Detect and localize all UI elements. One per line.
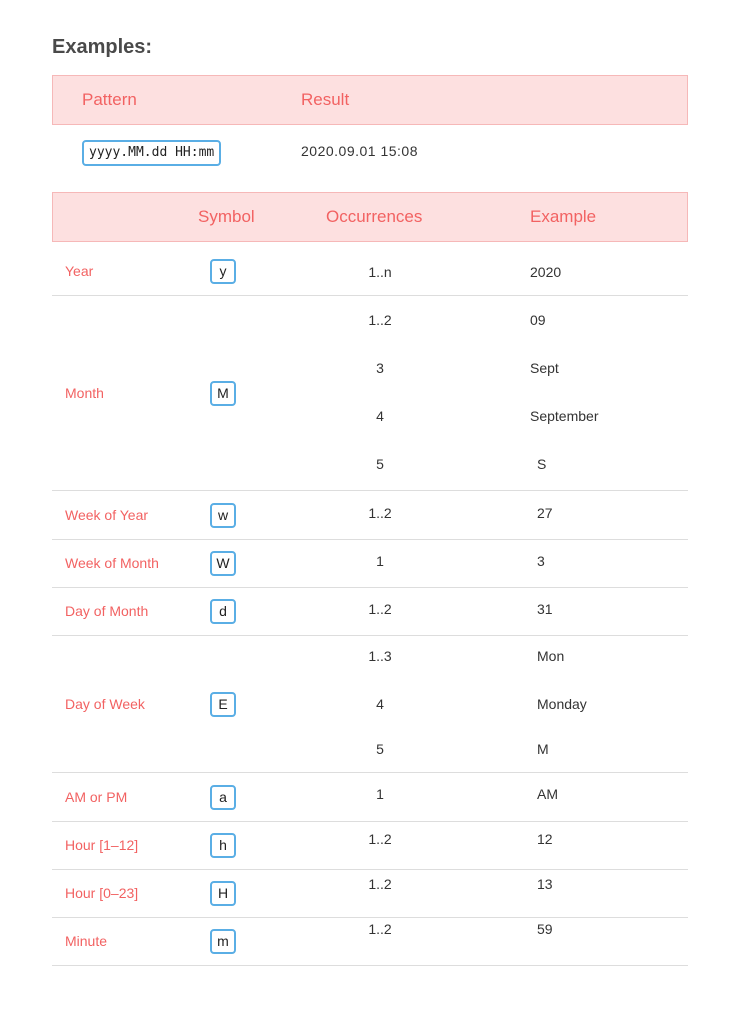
symbols-table-header: Symbol Occurrences Example [52, 192, 688, 242]
table-row: Hour [0–23] H 1..2 13 [52, 870, 688, 918]
symbol-code: E [210, 691, 236, 717]
occurrences-cell: 3 [376, 360, 384, 376]
result-column-header: Result [301, 90, 350, 109]
example-cell: 27 [537, 505, 553, 521]
table-row: Year y 1..n 2020 [52, 248, 688, 296]
example-cell: Sept [530, 360, 559, 376]
example-result-text: 2020.09.01 15:08 [301, 143, 418, 159]
occurrences-cell: 1..2 [368, 505, 392, 521]
table-row: Minute m 1..2 59 [52, 918, 688, 966]
symbol-code: y [210, 259, 236, 284]
pattern-column-header: Pattern [82, 90, 137, 109]
page-heading: Examples: [52, 36, 153, 58]
example-cell: Monday [537, 696, 587, 712]
example-cell: September [530, 408, 599, 424]
example-cell: 59 [537, 921, 553, 937]
example-table-header: Pattern Result [52, 75, 688, 125]
row-label: Day of Month [65, 603, 149, 619]
example-cell: 12 [537, 831, 553, 847]
symbol-code: W [210, 551, 236, 576]
symbol-code: H [210, 881, 236, 906]
occurrences-cell: 1..2 [368, 876, 392, 892]
example-pattern-code: yyyy.MM.dd HH:mm [82, 140, 222, 166]
occurrences-cell: 5 [376, 741, 384, 757]
occurrences-cell: 4 [376, 696, 384, 712]
example-cell: M [537, 741, 549, 757]
row-label: Hour [0–23] [65, 885, 139, 901]
example-cell: S [537, 456, 547, 472]
occurrences-column-header: Occurrences [326, 207, 423, 226]
example-cell: 31 [537, 601, 553, 617]
symbol-code: a [210, 784, 236, 810]
symbol-code: h [210, 833, 236, 858]
occurrences-cell: 1..2 [368, 921, 392, 937]
symbol-column-header: Symbol [198, 207, 255, 226]
example-cell: 2020 [530, 264, 562, 280]
table-row: Hour [1–12] h 1..2 12 [52, 822, 688, 870]
row-label: Week of Year [65, 506, 149, 523]
row-label: Hour [1–12] [65, 837, 139, 853]
example-cell: 3 [537, 553, 545, 569]
example-cell: AM [537, 786, 558, 802]
row-label: Month [65, 384, 104, 401]
table-row: Week of Month W 1 3 [52, 540, 688, 588]
example-cell: Mon [537, 648, 565, 664]
row-label: Year [65, 263, 94, 279]
row-label: Minute [65, 933, 108, 949]
symbol-code: m [210, 929, 236, 954]
occurrences-cell: 1..3 [368, 648, 392, 664]
table-row: Week of Year w 1..2 27 [52, 491, 688, 540]
symbol-code: d [210, 599, 236, 624]
example-column-header: Example [530, 207, 597, 226]
occurrences-cell: 1..2 [368, 831, 392, 847]
occurrences-cell: 1..2 [368, 601, 392, 617]
table-row: Day of Week E 1..3 Mon 4 Monday 5 M [52, 636, 688, 773]
occurrences-cell: 4 [376, 408, 384, 424]
row-label: Day of Week [65, 695, 145, 712]
occurrences-cell: 1..n [368, 264, 392, 280]
table-row: Month M 1..2 09 3 Sept 4 September 5 S [52, 296, 688, 491]
table-row: Day of Month d 1..2 31 [52, 588, 688, 636]
table-row: AM or PM a 1 AM [52, 773, 688, 822]
occurrences-cell: 5 [376, 456, 384, 472]
occurrences-cell: 1 [376, 786, 384, 802]
row-label: Week of Month [65, 555, 159, 571]
example-cell: 13 [537, 876, 553, 892]
occurrences-cell: 1..2 [368, 312, 392, 328]
occurrences-cell: 1 [376, 553, 384, 569]
row-label: AM or PM [65, 788, 128, 805]
symbol-code: M [210, 380, 236, 406]
example-cell: 09 [530, 312, 546, 328]
symbol-code: w [210, 502, 236, 528]
